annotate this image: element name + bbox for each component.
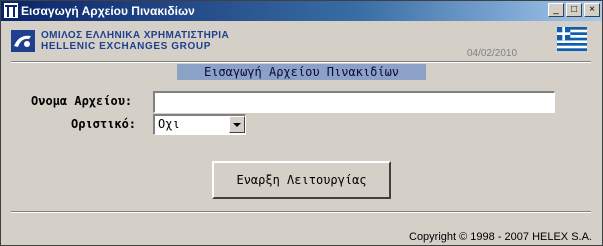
divider-bottom	[11, 211, 591, 213]
start-operation-button[interactable]: Εναρξη Λειτουργίας	[212, 161, 391, 199]
brand-greek: ΟΜΙΛΟΣ ΕΛΛΗΝΙΚΑ ΧΡΗΜΑΤΙΣΤΗΡΙΑ	[41, 30, 230, 41]
minimize-button[interactable]: _	[548, 3, 564, 17]
main-window: Εισαγωγή Αρχείου Πινακιδίων _ □ × ΟΜΙΛΟΣ…	[0, 0, 603, 246]
close-button[interactable]: ×	[584, 3, 600, 17]
window-controls: _ □ ×	[546, 3, 600, 17]
app-icon	[4, 3, 18, 18]
final-select[interactable]: Οχι	[153, 114, 246, 135]
copyright-text: Copyright © 1998 - 2007 HELEX S.A.	[409, 231, 592, 243]
section-title: Εισαγωγή Αρχείου Πινακιδίων	[177, 64, 426, 80]
chevron-down-icon[interactable]	[229, 116, 245, 133]
maximize-button[interactable]: □	[566, 3, 582, 17]
helex-logo-icon	[11, 30, 35, 52]
file-name-label: Ονομα Αρχείου:	[31, 94, 133, 108]
final-label: Οριστικό:	[71, 117, 137, 131]
file-name-input[interactable]	[153, 91, 555, 113]
greek-flag-icon	[557, 27, 587, 51]
window-title: Εισαγωγή Αρχείου Πινακιδίων	[21, 4, 195, 18]
brand-english: HELLENIC EXCHANGES GROUP	[41, 41, 211, 52]
final-select-value: Οχι	[158, 117, 180, 131]
title-bar[interactable]: Εισαγωγή Αρχείου Πινακιδίων _ □ ×	[1, 1, 602, 21]
current-date: 04/02/2010	[467, 48, 518, 59]
divider-top	[11, 61, 591, 63]
